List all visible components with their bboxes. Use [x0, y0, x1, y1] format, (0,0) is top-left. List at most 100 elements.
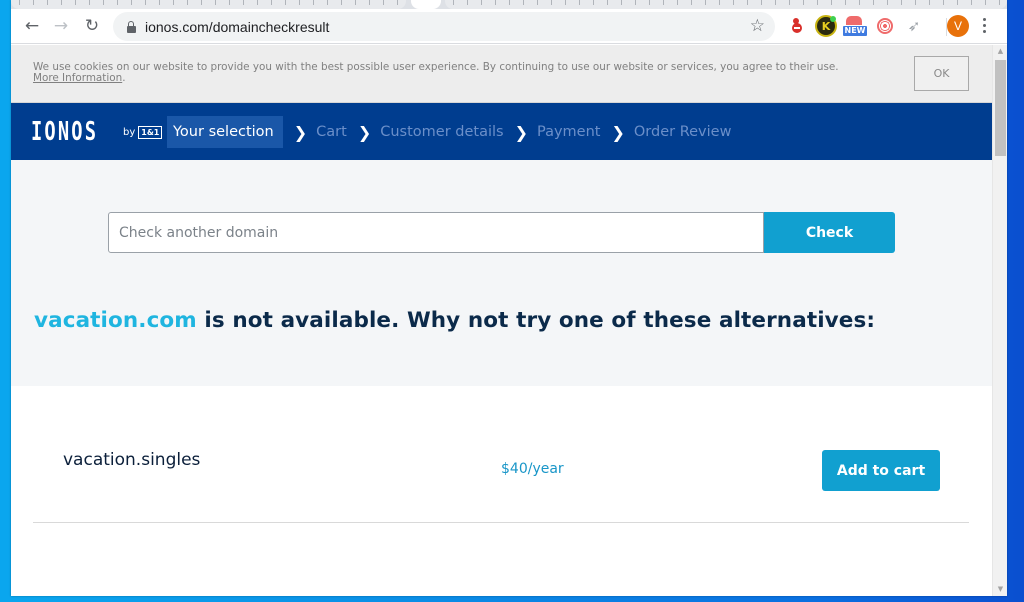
tab-favicon [397, 0, 398, 5]
tab-favicon [313, 0, 314, 5]
tab-favicon [719, 0, 720, 5]
tab-favicon [201, 0, 202, 5]
tab-favicon [509, 0, 510, 5]
tab-favicon [229, 0, 230, 5]
tab-favicon [999, 0, 1000, 5]
tab-favicon [775, 0, 776, 5]
page-content: We use cookies on our website to provide… [11, 45, 992, 596]
profile-avatar[interactable]: V [947, 15, 969, 37]
tab-favicon [131, 0, 132, 5]
ionos-logo[interactable]: IONOS by 1&1 [31, 117, 163, 147]
scrollbar-thumb[interactable] [995, 60, 1006, 156]
chevron-right-icon: ❯ [293, 122, 308, 142]
url-text[interactable]: ionos.com/domaincheckresult [145, 19, 329, 35]
tab-favicon [551, 0, 552, 5]
cookie-message: We use cookies on our website to provide… [33, 61, 839, 73]
browser-tab-active[interactable] [411, 0, 441, 9]
target-icon[interactable] [877, 18, 893, 34]
cookie-period: . [122, 72, 126, 84]
browser-tab[interactable] [11, 0, 406, 9]
tab-favicon [929, 0, 930, 5]
tab-favicon [705, 0, 706, 5]
domain-search-section: Check vacation.com is not available. Why… [11, 160, 992, 386]
scroll-up-icon[interactable]: ▲ [993, 45, 1007, 58]
tab-favicon [733, 0, 734, 5]
checkout-steps: Your selection ❯ Cart ❯ Customer details… [167, 116, 731, 148]
logo-badge: 1&1 [138, 125, 163, 139]
feather-icon[interactable]: ➶ [903, 15, 925, 37]
tab-favicon [677, 0, 678, 5]
tab-favicon [271, 0, 272, 5]
tab-favicon [943, 0, 944, 5]
checkout-header: IONOS by 1&1 Your selection ❯ Cart ❯ Cus… [11, 103, 992, 160]
tab-favicon [985, 0, 986, 5]
more-menu-icon[interactable] [981, 17, 987, 35]
tab-favicon [19, 0, 20, 5]
reload-icon[interactable]: ↻ [80, 14, 104, 38]
domain-search-input[interactable] [108, 212, 764, 253]
star-icon[interactable]: ☆ [750, 16, 765, 36]
arrow-right-icon[interactable]: → [49, 14, 73, 38]
step-order-review[interactable]: Order Review [634, 116, 732, 148]
tab-favicon [355, 0, 356, 5]
tab-favicon [859, 0, 860, 5]
chevron-right-icon: ❯ [514, 122, 528, 142]
alternatives-list: vacation.singles $40/year Add to cart [11, 386, 992, 596]
add-to-cart-button[interactable]: Add to cart [822, 450, 940, 491]
keeper-icon[interactable]: K [815, 15, 837, 37]
tab-favicon [327, 0, 328, 5]
tab-favicon [523, 0, 524, 5]
tab-favicon [845, 0, 846, 5]
tab-favicon [915, 0, 916, 5]
tab-favicon [33, 0, 34, 5]
check-button[interactable]: Check [764, 212, 895, 253]
unavailable-domain: vacation.com [34, 308, 197, 333]
logo-text: IONOS [31, 117, 99, 147]
tab-favicon [145, 0, 146, 5]
lock-icon [125, 20, 137, 34]
tab-favicon [761, 0, 762, 5]
scroll-down-icon[interactable]: ▼ [993, 583, 1007, 596]
tab-favicon [341, 0, 342, 5]
headline-message: is not available. Why not try one of the… [196, 308, 876, 333]
arrow-left-icon[interactable]: ← [20, 14, 44, 38]
tab-favicon [173, 0, 174, 5]
tab-favicon [187, 0, 188, 5]
tab-favicon [971, 0, 972, 5]
tab-favicon [481, 0, 482, 5]
tab-favicon [285, 0, 286, 5]
step-cart[interactable]: Cart [316, 116, 347, 148]
tab-favicon [873, 0, 874, 5]
tab-favicon [61, 0, 62, 5]
address-bar[interactable]: ionos.com/domaincheckresult ☆ [113, 12, 775, 41]
tab-favicon [747, 0, 748, 5]
tab-favicon [369, 0, 370, 5]
cookie-text: We use cookies on our website to provide… [33, 62, 873, 84]
chevron-right-icon: ❯ [611, 122, 625, 142]
tab-favicon [383, 0, 384, 5]
availability-headline: vacation.com is not available. Why not t… [34, 308, 875, 333]
tab-favicon [803, 0, 804, 5]
tab-favicon [453, 0, 454, 5]
vertical-scrollbar[interactable]: ▲ ▼ [992, 45, 1007, 596]
tab-favicon [243, 0, 244, 5]
chevron-right-icon: ❯ [357, 122, 372, 142]
tab-favicon [691, 0, 692, 5]
step-customer-details[interactable]: Customer details [380, 116, 503, 148]
step-your-selection[interactable]: Your selection [167, 116, 283, 148]
tab-favicon [621, 0, 622, 5]
domain-price: $40/year [501, 461, 564, 477]
house-icon[interactable]: NEW [843, 15, 867, 37]
tab-favicon [117, 0, 118, 5]
tab-favicon [89, 0, 90, 5]
browser-tab[interactable] [445, 0, 1007, 9]
tab-favicon [635, 0, 636, 5]
cookie-ok-button[interactable]: OK [914, 56, 969, 91]
tab-favicon [649, 0, 650, 5]
tab-favicon [579, 0, 580, 5]
tab-favicon [663, 0, 664, 5]
more-information-link[interactable]: More Information [33, 72, 122, 84]
red-dot-minus-icon[interactable] [785, 15, 807, 37]
list-item: vacation.singles $40/year Add to cart [33, 386, 969, 523]
step-payment[interactable]: Payment [537, 116, 600, 148]
